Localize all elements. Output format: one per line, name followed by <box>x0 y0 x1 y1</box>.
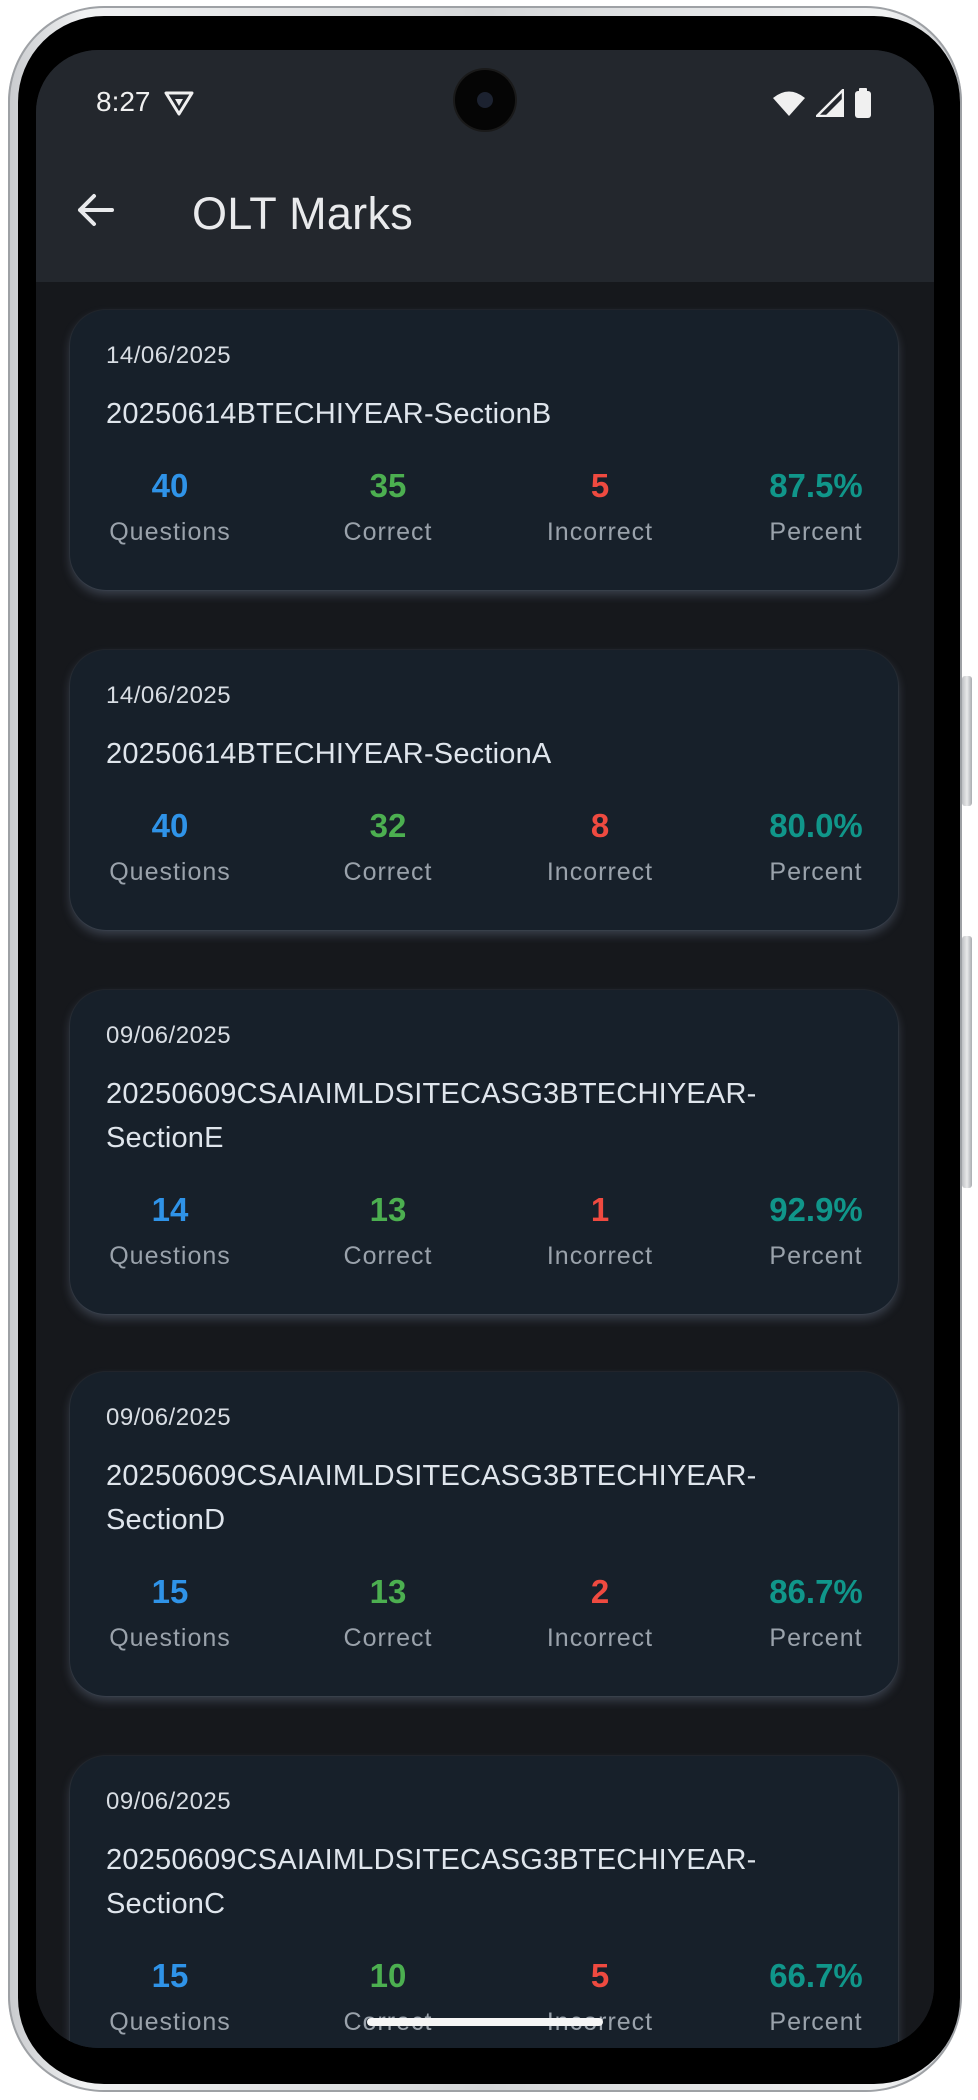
incorrect-label: Incorrect <box>546 1242 654 1270</box>
percent-value: 87.5% <box>769 467 863 504</box>
questions-value: 15 <box>151 1957 189 1994</box>
result-test-name: 20250609CSAIAIMLDSITECASG3BTECHIYEAR-Sec… <box>106 1460 757 1536</box>
percent-value: 80.0% <box>769 807 863 844</box>
result-card[interactable]: 14/06/2025 20250614BTECHIYEAR-SectionB 4… <box>70 310 898 590</box>
stat-correct: 13 Correct <box>288 1572 488 1653</box>
stat-correct: 35 Correct <box>288 466 488 547</box>
incorrect-value: 5 <box>590 1957 610 1994</box>
stat-questions: 15 Questions <box>70 1956 270 2037</box>
correct-label: Correct <box>343 1242 433 1270</box>
signal-icon <box>813 86 845 122</box>
result-test-name: 20250609CSAIAIMLDSITECASG3BTECHIYEAR-Sec… <box>106 1078 757 1154</box>
correct-value: 13 <box>369 1573 407 1610</box>
percent-label: Percent <box>769 858 863 886</box>
stat-incorrect: 1 Incorrect <box>500 1190 700 1271</box>
questions-label: Questions <box>109 858 231 886</box>
questions-label: Questions <box>109 1242 231 1270</box>
page-title: OLT Marks <box>192 188 414 239</box>
result-test-name: 20250614BTECHIYEAR-SectionB <box>106 398 552 430</box>
questions-label: Questions <box>109 2008 231 2036</box>
stat-questions: 40 Questions <box>70 466 270 547</box>
questions-value: 15 <box>151 1573 189 1610</box>
incorrect-label: Incorrect <box>546 518 654 546</box>
incorrect-value: 5 <box>590 467 610 504</box>
result-card[interactable]: 09/06/2025 20250609CSAIAIMLDSITECASG3BTE… <box>70 1756 898 2048</box>
questions-value: 40 <box>151 807 189 844</box>
stat-questions: 15 Questions <box>70 1572 270 1653</box>
correct-label: Correct <box>343 518 433 546</box>
home-indicator[interactable] <box>367 2018 603 2026</box>
stat-correct: 32 Correct <box>288 806 488 887</box>
result-card[interactable]: 14/06/2025 20250614BTECHIYEAR-SectionA 4… <box>70 650 898 930</box>
stat-questions: 14 Questions <box>70 1190 270 1271</box>
percent-value: 86.7% <box>769 1573 863 1610</box>
incorrect-value: 2 <box>590 1573 610 1610</box>
percent-value: 66.7% <box>769 1957 863 1994</box>
percent-label: Percent <box>769 1624 863 1652</box>
wifi-icon <box>772 89 806 122</box>
stat-incorrect: 8 Incorrect <box>500 806 700 887</box>
result-date: 14/06/2025 <box>106 342 232 369</box>
result-test-name: 20250609CSAIAIMLDSITECASG3BTECHIYEAR-Sec… <box>106 1844 757 1920</box>
correct-value: 32 <box>369 807 407 844</box>
stat-percent: 80.0% Percent <box>716 806 916 887</box>
correct-value: 10 <box>369 1957 407 1994</box>
incorrect-value: 8 <box>590 807 610 844</box>
result-date: 09/06/2025 <box>106 1404 232 1431</box>
stat-incorrect: 2 Incorrect <box>500 1572 700 1653</box>
incorrect-label: Incorrect <box>546 1624 654 1652</box>
result-card[interactable]: 09/06/2025 20250609CSAIAIMLDSITECASG3BTE… <box>70 1372 898 1696</box>
incorrect-label: Incorrect <box>546 858 654 886</box>
front-camera <box>455 70 515 130</box>
device-frame: 8:27 OLT Marks 14/06/2025 20250614BTECHI… <box>0 0 978 2100</box>
stat-incorrect: 5 Incorrect <box>500 466 700 547</box>
result-date: 14/06/2025 <box>106 682 232 709</box>
vpn-shield-icon <box>164 90 194 116</box>
volume-button <box>962 676 972 806</box>
questions-label: Questions <box>109 518 231 546</box>
power-button <box>962 936 972 1188</box>
correct-value: 35 <box>369 467 407 504</box>
correct-label: Correct <box>343 858 433 886</box>
screen: 8:27 OLT Marks 14/06/2025 20250614BTECHI… <box>36 50 934 2048</box>
questions-value: 14 <box>151 1191 189 1228</box>
questions-label: Questions <box>109 1624 231 1652</box>
result-date: 09/06/2025 <box>106 1022 232 1049</box>
app-bar: 8:27 OLT Marks <box>36 50 934 282</box>
stat-correct: 13 Correct <box>288 1190 488 1271</box>
stat-percent: 66.7% Percent <box>716 1956 916 2037</box>
stat-questions: 40 Questions <box>70 806 270 887</box>
result-test-name: 20250614BTECHIYEAR-SectionA <box>106 738 552 770</box>
battery-icon <box>854 88 872 123</box>
status-icons <box>772 86 872 123</box>
percent-value: 92.9% <box>769 1191 863 1228</box>
results-list: 14/06/2025 20250614BTECHIYEAR-SectionB 4… <box>36 282 934 2048</box>
correct-label: Correct <box>343 1624 433 1652</box>
result-date: 09/06/2025 <box>106 1788 232 1815</box>
correct-value: 13 <box>369 1191 407 1228</box>
questions-value: 40 <box>151 467 189 504</box>
stat-percent: 92.9% Percent <box>716 1190 916 1271</box>
percent-label: Percent <box>769 2008 863 2036</box>
arrow-back-icon <box>78 194 114 226</box>
incorrect-value: 1 <box>590 1191 610 1228</box>
back-button[interactable] <box>72 186 120 234</box>
percent-label: Percent <box>769 1242 863 1270</box>
result-card[interactable]: 09/06/2025 20250609CSAIAIMLDSITECASG3BTE… <box>70 990 898 1314</box>
stat-percent: 87.5% Percent <box>716 466 916 547</box>
status-time: 8:27 <box>96 86 151 117</box>
percent-label: Percent <box>769 518 863 546</box>
stat-percent: 86.7% Percent <box>716 1572 916 1653</box>
